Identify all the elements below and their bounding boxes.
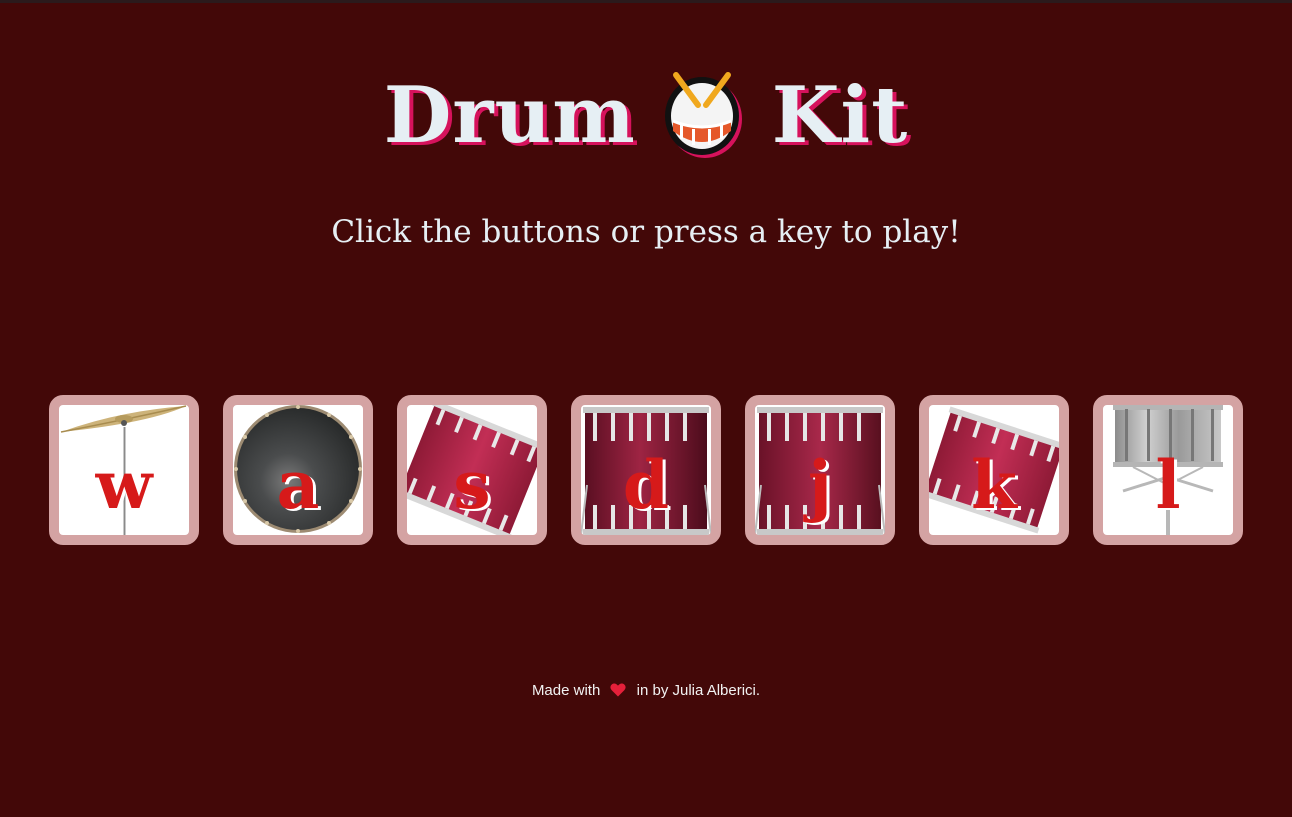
heart-icon bbox=[610, 683, 627, 697]
drum-key-label: w bbox=[95, 446, 153, 524]
drum-key-label: d bbox=[622, 446, 670, 524]
drum-key-label: j bbox=[808, 446, 832, 524]
drum-key-label: s bbox=[453, 446, 491, 524]
drum-button-d[interactable]: d bbox=[571, 395, 721, 545]
drum-button-k[interactable]: k bbox=[919, 395, 1069, 545]
top-border bbox=[0, 0, 1292, 3]
drum-key-label: k bbox=[971, 446, 1017, 524]
drum-key-label: l bbox=[1155, 446, 1181, 524]
drum-button-l[interactable]: l bbox=[1093, 395, 1243, 545]
title-word-kit: Kit bbox=[771, 69, 909, 161]
title-word-drum: Drum bbox=[383, 69, 636, 161]
drum-button-s[interactable]: s bbox=[397, 395, 547, 545]
page-title: Drum Kit bbox=[0, 60, 1292, 170]
drum-icon bbox=[662, 69, 746, 161]
subtitle: Click the buttons or press a key to play… bbox=[331, 214, 961, 250]
drum-set: w a s d j k l bbox=[49, 395, 1243, 545]
drum-key-label: a bbox=[276, 446, 320, 524]
footer-made-with: Made with bbox=[531, 682, 601, 699]
drum-button-j[interactable]: j bbox=[745, 395, 895, 545]
footer-credit: in by Julia Alberici. bbox=[636, 682, 761, 699]
drum-button-a[interactable]: a bbox=[223, 395, 373, 545]
footer: Made with in by Julia Alberici. bbox=[0, 682, 1292, 699]
drum-button-w[interactable]: w bbox=[49, 395, 199, 545]
